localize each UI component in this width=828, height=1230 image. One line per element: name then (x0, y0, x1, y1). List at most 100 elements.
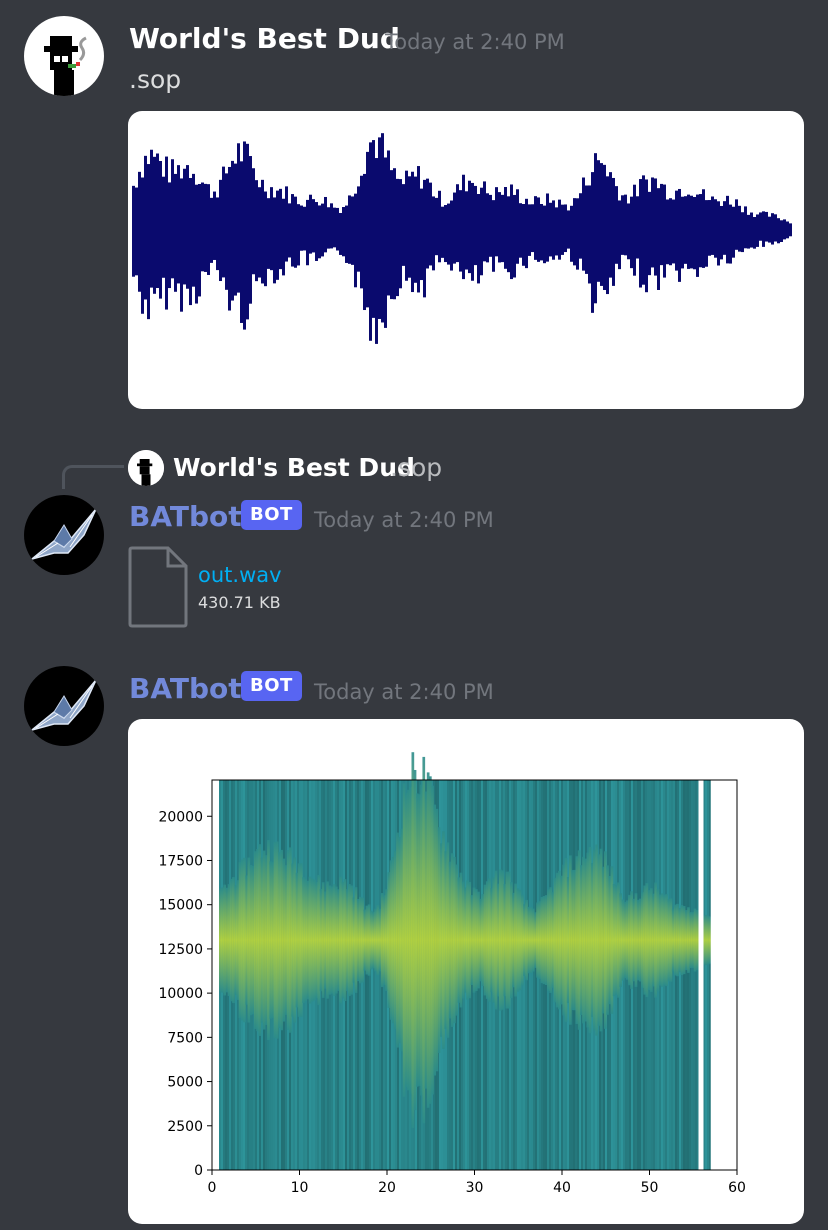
waveform-sample (192, 173, 195, 287)
waveform-sample (636, 196, 639, 259)
waveform-sample (504, 187, 507, 269)
waveform-sample (411, 171, 414, 293)
waveform-sample (237, 143, 240, 293)
waveform-sample (198, 183, 201, 297)
waveform-sample (639, 179, 642, 288)
waveform-sample (294, 196, 297, 268)
waveform-sample (606, 176, 609, 295)
waveform-sample (285, 186, 288, 262)
waveform-sample (531, 204, 534, 253)
waveform-sample (360, 175, 363, 289)
waveform-sample (195, 184, 198, 304)
waveform-sample (222, 166, 225, 278)
waveform-sample (615, 186, 618, 264)
waveform-sample (555, 207, 558, 256)
waveform-sample (324, 196, 327, 253)
waveform-sample (564, 204, 567, 253)
waveform-sample (186, 165, 189, 289)
waveform-sample (381, 133, 384, 323)
waveform-sample (498, 192, 501, 263)
waveform-sample (786, 221, 789, 239)
waveform-sample (621, 195, 624, 255)
waveform-sample (540, 204, 543, 261)
spectrogram-image-attachment[interactable]: 0 10 20 30 40 50 60 0 2500 5000 7500 10000 12500 1500… (128, 719, 804, 1224)
waveform-graphic (132, 133, 792, 344)
waveform-image-attachment[interactable] (128, 111, 804, 409)
waveform-sample (489, 194, 492, 257)
waveform-sample (789, 223, 792, 237)
waveform-sample (723, 201, 726, 255)
user-avatar[interactable] (24, 16, 104, 96)
waveform-sample (243, 141, 246, 330)
waveform-sample (387, 150, 390, 296)
message-timestamp: Today at 2:40 PM (314, 680, 494, 704)
waveform-sample (708, 200, 711, 256)
waveform-sample (345, 205, 348, 263)
waveform-sample (426, 178, 429, 269)
waveform-sample (228, 166, 231, 311)
waveform-sample (696, 194, 699, 277)
spectrogram-column (705, 780, 707, 1170)
message-author[interactable]: BATbot (129, 672, 242, 706)
waveform-sample (384, 157, 387, 328)
waveform-sample (270, 187, 273, 271)
waveform-sample (342, 207, 345, 257)
waveform-sample (213, 191, 216, 260)
spectrogram-column (709, 780, 711, 1170)
bot-avatar[interactable] (24, 666, 104, 746)
waveform-sample (783, 219, 786, 240)
waveform-sample (462, 174, 465, 280)
reply-author[interactable]: World's Best Dud (173, 452, 415, 484)
file-size: 430.71 KB (198, 593, 281, 612)
waveform-sample (726, 195, 729, 264)
message-author[interactable]: World's Best Dud (129, 22, 400, 56)
waveform-sample (699, 194, 702, 268)
waveform-sample (660, 183, 663, 266)
waveform-sample (453, 192, 456, 264)
waveform-sample (246, 143, 249, 320)
waveform-sample (672, 199, 675, 264)
waveform-sample (297, 204, 300, 266)
waveform-sample (567, 210, 570, 249)
waveform-sample (348, 195, 351, 264)
reply-content[interactable]: .sop (390, 452, 442, 484)
bot-avatar[interactable] (24, 495, 104, 575)
waveform-sample (729, 204, 732, 264)
spectrogram-chart: 0 10 20 30 40 50 60 0 2500 5000 7500 10000 12500 1500… (158, 752, 746, 1196)
waveform-sample (561, 204, 564, 255)
spectrogram-column (379, 780, 381, 1170)
waveform-sample (588, 185, 591, 284)
waveform-sample (591, 172, 594, 313)
waveform-sample (357, 186, 360, 272)
waveform-sample (669, 198, 672, 266)
waveform-sample (714, 199, 717, 258)
waveform-sample (570, 205, 573, 262)
message-author[interactable]: BATbot (129, 500, 242, 534)
waveform-sample (771, 213, 774, 245)
spectrogram-column (373, 780, 375, 1170)
x-tick-label: 0 (208, 1180, 217, 1196)
waveform-sample (153, 156, 156, 294)
file-download-link[interactable]: out.wav (198, 562, 282, 588)
spectrogram-column (685, 780, 687, 1170)
waveform-sample (576, 198, 579, 270)
waveform-sample (264, 191, 267, 287)
waveform-sample (156, 153, 159, 289)
waveform-sample (474, 185, 477, 266)
waveform-sample (366, 151, 369, 308)
waveform-sample (393, 168, 396, 300)
waveform-sample (603, 164, 606, 291)
waveform-sample (720, 205, 723, 260)
waveform-sample (351, 196, 354, 265)
waveform-sample (684, 196, 687, 264)
waveform-sample (135, 187, 138, 276)
reply-avatar[interactable] (128, 450, 164, 486)
waveform-sample (216, 197, 219, 271)
waveform-sample (618, 200, 621, 270)
waveform-sample (609, 172, 612, 278)
waveform-sample (705, 200, 708, 267)
waveform-sample (537, 197, 540, 262)
file-icon (128, 546, 188, 632)
waveform-sample (777, 218, 780, 244)
waveform-sample (210, 197, 213, 263)
